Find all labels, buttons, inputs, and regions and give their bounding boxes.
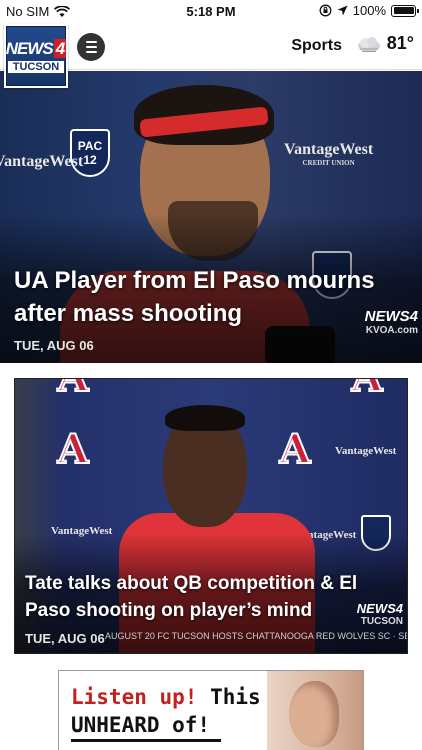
ad-image [267,671,363,750]
cloud-icon [357,36,380,52]
arizona-logo: A [56,426,89,473]
ad-subline: UNHEARD of! [71,713,211,737]
weather-widget[interactable]: 81° [356,33,414,54]
app-header: NEWS 4 TUCSON Sports 81° [0,24,422,88]
logo-number-text: 4 [53,39,67,58]
sponsor-logo: VantageWest CREDIT UNION [284,141,374,167]
story-date: TUE, AUG 06 [25,631,105,646]
story-date: TUE, AUG 06 [14,338,94,353]
orientation-lock-icon [319,4,332,17]
section-title[interactable]: Sports [291,37,342,55]
story-card[interactable]: A A A A VantageWest VantageWest VantageW… [14,378,408,654]
battery-icon [391,4,419,17]
story-headline: UA Player from El Paso mourns after mass… [14,267,375,327]
station-logo[interactable]: NEWS 4 TUCSON [4,24,68,88]
ad-headline-red: Listen up! [71,685,198,709]
ear-image [289,681,339,747]
battery-percent: 100% [352,3,386,18]
status-bar: No SIM 5:18 PM 100% [0,0,422,24]
hamburger-icon [85,41,97,43]
menu-button[interactable] [77,33,105,61]
story-headline: Tate talks about QB competition & El Pas… [25,573,358,621]
location-arrow-icon [337,5,348,16]
advertisement-banner[interactable]: Listen up! This is UNHEARD of! [58,670,364,750]
temperature: 81° [386,33,414,53]
news-ticker: AUGUST 20 FC TUCSON HOSTS CHATTANOOGA RE… [105,631,407,641]
sponsor-logo: VantageWest [335,445,397,457]
logo-city-text: TUCSON [8,61,64,73]
sponsor-logo: VantageWest [0,153,84,170]
arizona-logo: A [278,426,311,473]
ad-text: Listen up! This is UNHEARD of! [71,683,299,739]
story-card[interactable]: PAC 12 VantageWest VantageWest CREDIT UNI… [0,71,422,363]
logo-news-text: NEWS [5,39,54,58]
